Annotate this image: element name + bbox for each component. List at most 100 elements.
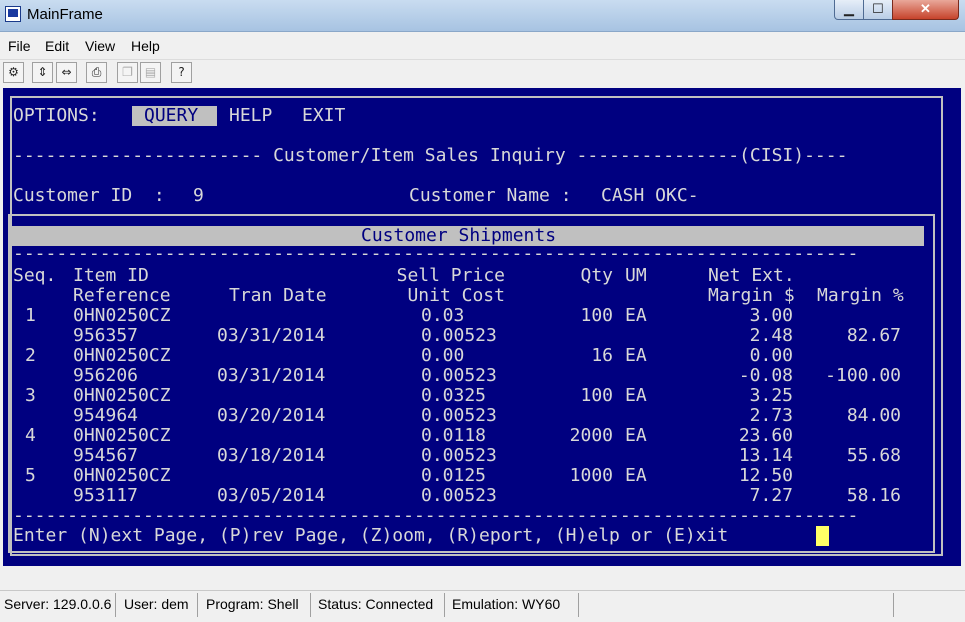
- header-margin-amount: Margin $: [708, 285, 795, 306]
- row-sell-price: 0.0125: [421, 465, 487, 486]
- menu-help[interactable]: Help: [131, 38, 160, 54]
- window-title: MainFrame: [27, 6, 103, 23]
- menu-bar: File Edit View Help: [0, 32, 965, 59]
- row-sell-price: 0.03: [421, 305, 465, 326]
- row-margin-percent: 55.68: [846, 445, 901, 466]
- status-separator: [197, 593, 198, 617]
- row-qty: 1000: [569, 465, 613, 486]
- row-net-ext: 0.00: [749, 345, 793, 366]
- row-seq: 5: [25, 465, 36, 486]
- status-program: Program: Shell: [206, 596, 299, 612]
- row-reference: 956357: [73, 325, 139, 346]
- row-reference: 956206: [73, 365, 139, 386]
- row-sell-price: 0.0325: [421, 385, 487, 406]
- row-item-id: 0HN0250CZ: [73, 465, 171, 486]
- row-um: EA: [625, 465, 647, 486]
- status-user: User: dem: [124, 596, 189, 612]
- row-unit-cost: 0.00523: [421, 325, 497, 346]
- header-reference: Reference: [73, 285, 171, 306]
- row-item-id: 0HN0250CZ: [73, 385, 171, 406]
- status-emulation: Emulation: WY60: [452, 596, 561, 612]
- maximize-button[interactable]: ☐: [863, 0, 893, 20]
- connect-icon[interactable]: ⇕: [32, 62, 53, 83]
- status-separator: [444, 593, 445, 617]
- header-item-id: Item ID: [73, 265, 149, 286]
- row-qty: 16: [591, 345, 613, 366]
- option-exit[interactable]: EXIT: [302, 106, 345, 126]
- row-tran-date: 03/31/2014: [217, 325, 326, 346]
- row-qty: 100: [580, 385, 613, 406]
- terminal-screen[interactable]: OPTIONS: QUERY HELP EXIT ---------------…: [3, 88, 961, 566]
- app-icon: [5, 6, 21, 22]
- row-seq: 3: [25, 385, 36, 406]
- row-margin-amount: 2.48: [749, 325, 793, 346]
- row-unit-cost: 0.00523: [421, 365, 497, 386]
- row-margin-percent: 58.16: [846, 485, 901, 506]
- customer-id-label: Customer ID :: [13, 185, 165, 206]
- row-seq: 1: [25, 305, 36, 326]
- status-server: Server: 129.0.0.6: [4, 596, 112, 612]
- row-margin-percent: -100.00: [825, 365, 901, 386]
- window-bottom-band: [0, 566, 965, 590]
- row-tran-date: 03/05/2014: [217, 485, 326, 506]
- row-sell-price: 0.00: [421, 345, 465, 366]
- close-button[interactable]: ✕: [892, 0, 959, 20]
- row-net-ext: 12.50: [738, 465, 793, 486]
- row-tran-date: 03/18/2014: [217, 445, 326, 466]
- row-net-ext: 23.60: [738, 425, 793, 446]
- row-qty: 100: [580, 305, 613, 326]
- row-margin-amount: -0.08: [738, 365, 793, 386]
- minimize-button[interactable]: ▁: [834, 0, 864, 20]
- status-separator: [578, 593, 579, 617]
- row-um: EA: [625, 305, 647, 326]
- command-prompt: Enter (N)ext Page, (P)rev Page, (Z)oom, …: [13, 525, 729, 546]
- screen-title: ----------------------- Customer/Item Sa…: [13, 145, 848, 166]
- menu-file[interactable]: File: [8, 38, 31, 54]
- row-reference: 954964: [73, 405, 139, 426]
- row-item-id: 0HN0250CZ: [73, 345, 171, 366]
- print-icon[interactable]: ⎙: [86, 62, 107, 83]
- header-tran-date: Tran Date: [229, 285, 327, 306]
- row-item-id: 0HN0250CZ: [73, 425, 171, 446]
- row-um: EA: [625, 345, 647, 366]
- row-unit-cost: 0.00523: [421, 485, 497, 506]
- row-um: EA: [625, 425, 647, 446]
- menu-view[interactable]: View: [85, 38, 115, 54]
- customer-name-value: CASH OKC-: [601, 185, 699, 206]
- row-um: EA: [625, 385, 647, 406]
- status-separator: [893, 593, 894, 617]
- disconnect-icon[interactable]: ⇔: [56, 62, 77, 83]
- header-net-ext: Net Ext.: [708, 265, 795, 286]
- help-icon[interactable]: ?: [171, 62, 192, 83]
- row-item-id: 0HN0250CZ: [73, 305, 171, 326]
- row-margin-amount: 2.73: [749, 405, 793, 426]
- row-margin-percent: 84.00: [846, 405, 901, 426]
- row-net-ext: 3.00: [749, 305, 793, 326]
- customer-id-value: 9: [193, 185, 204, 206]
- menu-edit[interactable]: Edit: [45, 38, 69, 54]
- customer-name-label: Customer Name :: [409, 185, 572, 206]
- dash-line-bottom: ----------------------------------------…: [13, 505, 859, 526]
- properties-icon[interactable]: ⚙: [3, 62, 24, 83]
- status-separator: [310, 593, 311, 617]
- row-tran-date: 03/31/2014: [217, 365, 326, 386]
- option-help[interactable]: HELP: [229, 106, 272, 126]
- option-query[interactable]: QUERY: [144, 106, 198, 126]
- row-net-ext: 3.25: [749, 385, 793, 406]
- header-unit-cost: Unit Cost: [407, 285, 505, 306]
- row-sell-price: 0.0118: [421, 425, 487, 446]
- row-margin-amount: 13.14: [738, 445, 793, 466]
- dash-line-top: ----------------------------------------…: [13, 243, 859, 264]
- row-reference: 954567: [73, 445, 139, 466]
- row-unit-cost: 0.00523: [421, 445, 497, 466]
- row-tran-date: 03/20/2014: [217, 405, 326, 426]
- text-cursor[interactable]: [816, 526, 829, 546]
- header-margin-percent: Margin %: [817, 285, 904, 306]
- paste-icon[interactable]: ▤: [140, 62, 161, 83]
- header-sell-price: Sell Price: [396, 265, 505, 286]
- title-bar: MainFrame ▁ ☐ ✕: [0, 0, 965, 32]
- row-margin-percent: 82.67: [846, 325, 901, 346]
- header-um: UM: [625, 265, 647, 286]
- status-connection: Status: Connected: [318, 596, 434, 612]
- copy-icon[interactable]: ❐: [117, 62, 138, 83]
